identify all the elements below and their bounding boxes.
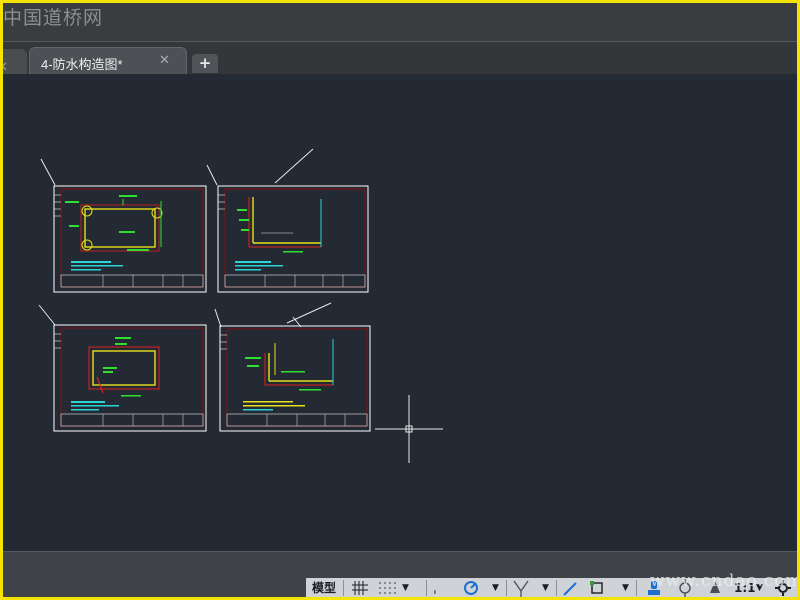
add-tab-button[interactable]: + — [192, 54, 218, 73]
chevron-down-icon[interactable]: ▼ — [542, 578, 549, 597]
object-snap-icon[interactable] — [588, 578, 606, 597]
drawing-sheet-1[interactable] — [53, 185, 207, 293]
drawing-sheet-3[interactable] — [53, 324, 207, 432]
close-icon[interactable]: ✕ — [3, 60, 8, 75]
chevron-down-icon[interactable]: ▼ — [492, 578, 499, 597]
close-icon[interactable]: ✕ — [159, 53, 170, 68]
ortho-icon[interactable]: ˌ — [433, 578, 437, 597]
separator — [556, 580, 557, 596]
model-space — [38, 148, 443, 463]
separator — [343, 580, 344, 596]
title-bar: 中国道桥网 — [3, 3, 797, 42]
status-bar: 模型 ▼ ˌ ▼ ▼ ▼ 1:1 ▼ www.cndao.com — [3, 551, 797, 597]
drawing-canvas[interactable] — [3, 75, 797, 551]
leader-lines — [38, 148, 332, 328]
site-watermark-url: www.cndao.com — [650, 571, 797, 591]
chevron-down-icon[interactable]: ▼ — [622, 578, 629, 597]
separator — [426, 580, 427, 596]
polar-tracking-icon[interactable] — [462, 578, 480, 597]
app-window: 中国道桥网 ✕ 4-防水构造图* ✕ + — [3, 3, 797, 597]
model-space-button[interactable]: 模型 — [312, 578, 336, 597]
drawing-sheet-2[interactable] — [217, 185, 369, 293]
object-snap-tracking-icon[interactable] — [562, 578, 580, 597]
isodraft-icon[interactable] — [512, 578, 530, 597]
site-watermark: 中国道桥网 — [3, 7, 104, 29]
tab-previous[interactable]: ✕ — [3, 49, 27, 75]
tab-label: 4-防水构造图* — [41, 57, 123, 72]
chevron-down-icon[interactable]: ▼ — [402, 578, 409, 597]
drawing-sheet-4[interactable] — [219, 325, 371, 432]
snap-icon[interactable] — [378, 578, 398, 597]
separator — [636, 580, 637, 596]
separator — [506, 580, 507, 596]
grid-icon[interactable] — [352, 578, 368, 597]
document-tab-bar: ✕ 4-防水构造图* ✕ + — [3, 42, 797, 114]
tab-active-document[interactable]: 4-防水构造图* ✕ — [29, 47, 187, 74]
crosshair-cursor-icon — [375, 395, 443, 463]
